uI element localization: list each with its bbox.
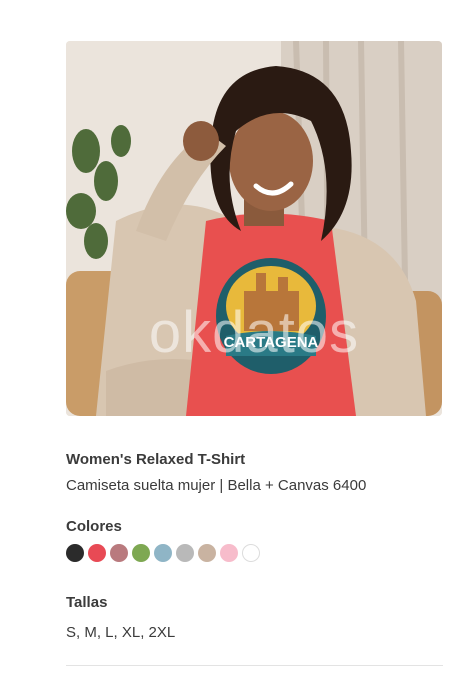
print-text: CARTAGENA [224,334,319,351]
product-image[interactable]: CARTAGENA okdatos [66,41,442,416]
color-swatch-light-blue[interactable] [154,544,172,562]
product-card[interactable]: CARTAGENA okdatos Women's Relaxed T-Shir… [66,41,443,666]
sizes-value: S, M, L, XL, 2XL [66,624,176,641]
color-swatch-red[interactable] [88,544,106,562]
color-swatches [66,543,443,563]
color-swatch-black[interactable] [66,544,84,562]
color-swatch-grey[interactable] [176,544,194,562]
color-swatch-pink[interactable] [220,544,238,562]
color-swatch-green[interactable] [132,544,150,562]
colors-label: Colores [66,518,122,535]
product-photo-illustration: CARTAGENA [66,41,442,416]
color-swatch-mauve[interactable] [110,544,128,562]
color-swatch-tan[interactable] [198,544,216,562]
color-swatch-white[interactable] [242,544,260,562]
divider [66,665,443,666]
product-subtitle: Camiseta suelta mujer | Bella + Canvas 6… [66,477,367,494]
product-title[interactable]: Women's Relaxed T-Shirt [66,450,443,470]
sizes-label: Tallas [66,594,108,611]
